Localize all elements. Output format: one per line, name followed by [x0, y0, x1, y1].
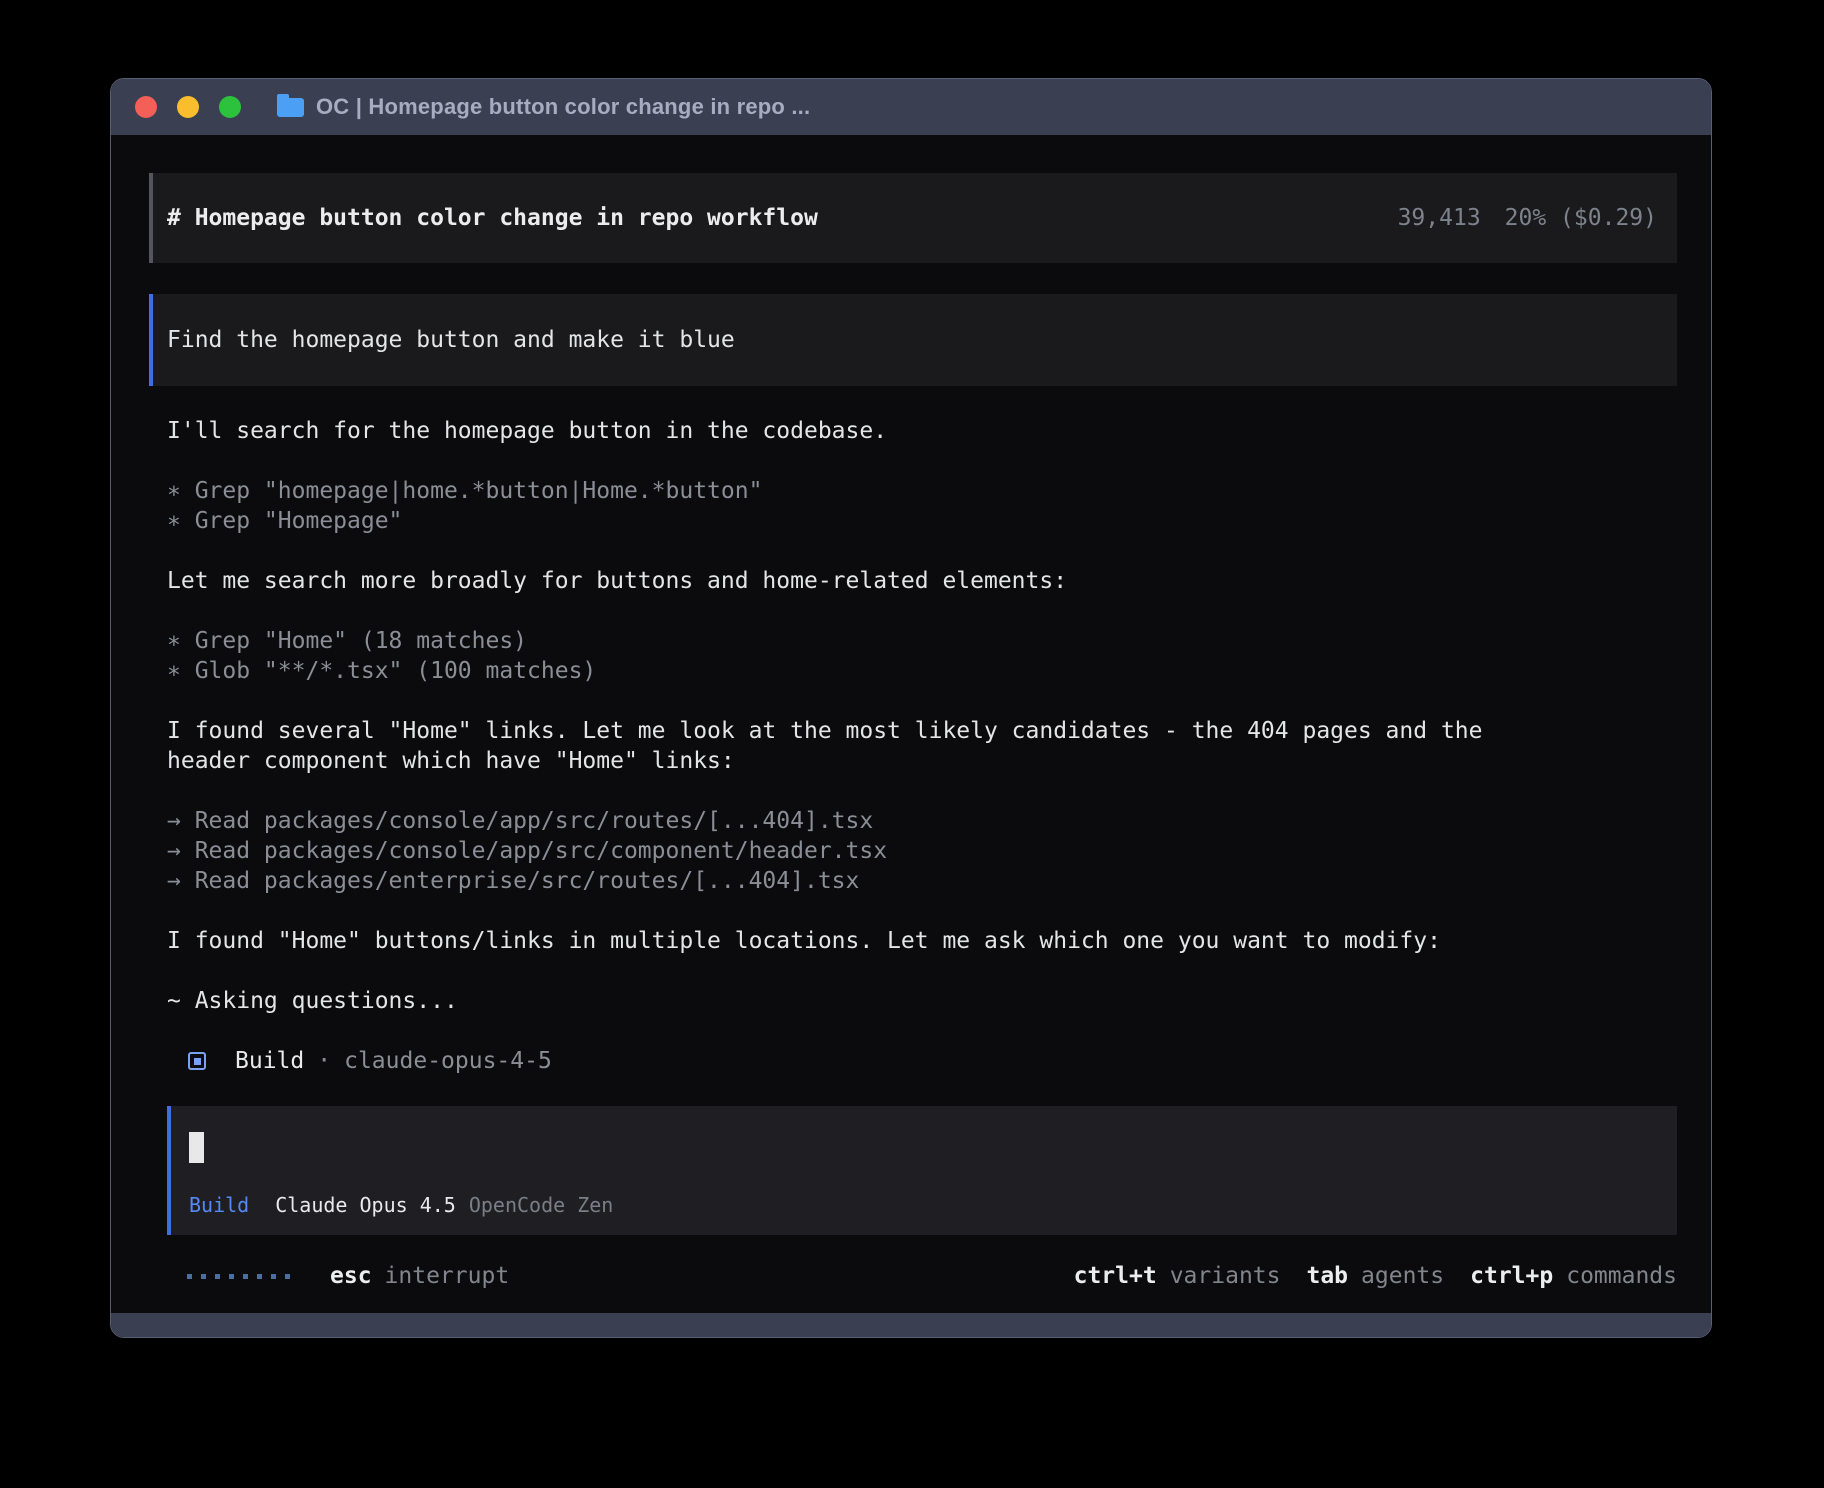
agent-model-id: claude-opus-4-5: [344, 1046, 552, 1076]
tool-call-read: → Read packages/console/app/src/routes/[…: [167, 806, 1677, 836]
terminal-content: # Homepage button color change in repo w…: [111, 135, 1711, 1313]
tool-call-read: → Read packages/console/app/src/componen…: [167, 836, 1677, 866]
text-cursor: [189, 1132, 204, 1163]
fullscreen-button[interactable]: [219, 96, 241, 118]
user-message-text: Find the homepage button and make it blu…: [167, 327, 735, 353]
esc-key-hint: esc: [330, 1261, 372, 1291]
session-header: # Homepage button color change in repo w…: [149, 173, 1677, 263]
tool-call-glob: ∗ Glob "**/*.tsx" (100 matches): [167, 656, 1677, 686]
close-button[interactable]: [135, 96, 157, 118]
terminal-window: OC | Homepage button color change in rep…: [110, 78, 1712, 1338]
status-left: esc interrupt: [187, 1261, 509, 1291]
agent-status-line: Build · claude-opus-4-5: [167, 1046, 1677, 1076]
assistant-paragraph: I'll search for the homepage button in t…: [167, 416, 1677, 446]
hint-variants: ctrl+t variants: [1074, 1261, 1281, 1291]
session-title: # Homepage button color change in repo w…: [167, 205, 818, 231]
window-titlebar: OC | Homepage button color change in rep…: [111, 79, 1711, 135]
hint-commands: ctrl+p commands: [1470, 1261, 1677, 1291]
assistant-paragraph: I found several "Home" links. Let me loo…: [167, 716, 1677, 776]
window-title: OC | Homepage button color change in rep…: [316, 94, 810, 120]
tool-call-grep: ∗ Grep "Home" (18 matches): [167, 626, 1677, 656]
agent-build-icon: [188, 1052, 206, 1070]
token-count: 39,413: [1398, 205, 1481, 231]
active-model[interactable]: Claude Opus 4.5: [275, 1190, 456, 1220]
tool-call-group: ∗ Grep "Home" (18 matches) ∗ Glob "**/*.…: [167, 626, 1677, 686]
session-stats: 39,413 20% ($0.29): [1398, 205, 1657, 231]
tool-call-group: → Read packages/console/app/src/routes/[…: [167, 806, 1677, 896]
hint-agents: tab agents: [1306, 1261, 1444, 1291]
context-cost: 20% ($0.29): [1505, 205, 1657, 231]
spinner-dots-icon: [187, 1274, 290, 1279]
desktop-background: OC | Homepage button color change in rep…: [0, 0, 1824, 1488]
assistant-paragraph: I found "Home" buttons/links in multiple…: [167, 926, 1677, 956]
esc-key-label: interrupt: [385, 1261, 510, 1291]
editor-meta-row: Build Claude Opus 4.5 OpenCode Zen: [185, 1190, 1657, 1220]
tool-call-grep: ∗ Grep "homepage|home.*button|Home.*butt…: [167, 476, 1677, 506]
model-provider: OpenCode Zen: [469, 1190, 614, 1220]
active-agent[interactable]: Build: [189, 1190, 249, 1220]
minimize-button[interactable]: [177, 96, 199, 118]
prompt-input[interactable]: Build Claude Opus 4.5 OpenCode Zen: [167, 1106, 1677, 1235]
assistant-response: I'll search for the homepage button in t…: [167, 416, 1677, 1291]
user-message: Find the homepage button and make it blu…: [149, 294, 1677, 386]
tool-call-group: ∗ Grep "homepage|home.*button|Home.*butt…: [167, 476, 1677, 536]
separator-dot: ·: [317, 1046, 331, 1076]
assistant-paragraph: Let me search more broadly for buttons a…: [167, 566, 1677, 596]
agent-name: Build: [235, 1046, 304, 1076]
assistant-status-line: ~ Asking questions...: [167, 986, 1677, 1016]
tool-call-read: → Read packages/enterprise/src/routes/[.…: [167, 866, 1677, 896]
status-bar: esc interrupt ctrl+t variants tab agents: [167, 1261, 1677, 1291]
window-footer-strip: [111, 1313, 1711, 1337]
tool-call-grep: ∗ Grep "Homepage": [167, 506, 1677, 536]
status-right: ctrl+t variants tab agents ctrl+p comman…: [1074, 1261, 1677, 1291]
folder-icon: [277, 98, 304, 117]
